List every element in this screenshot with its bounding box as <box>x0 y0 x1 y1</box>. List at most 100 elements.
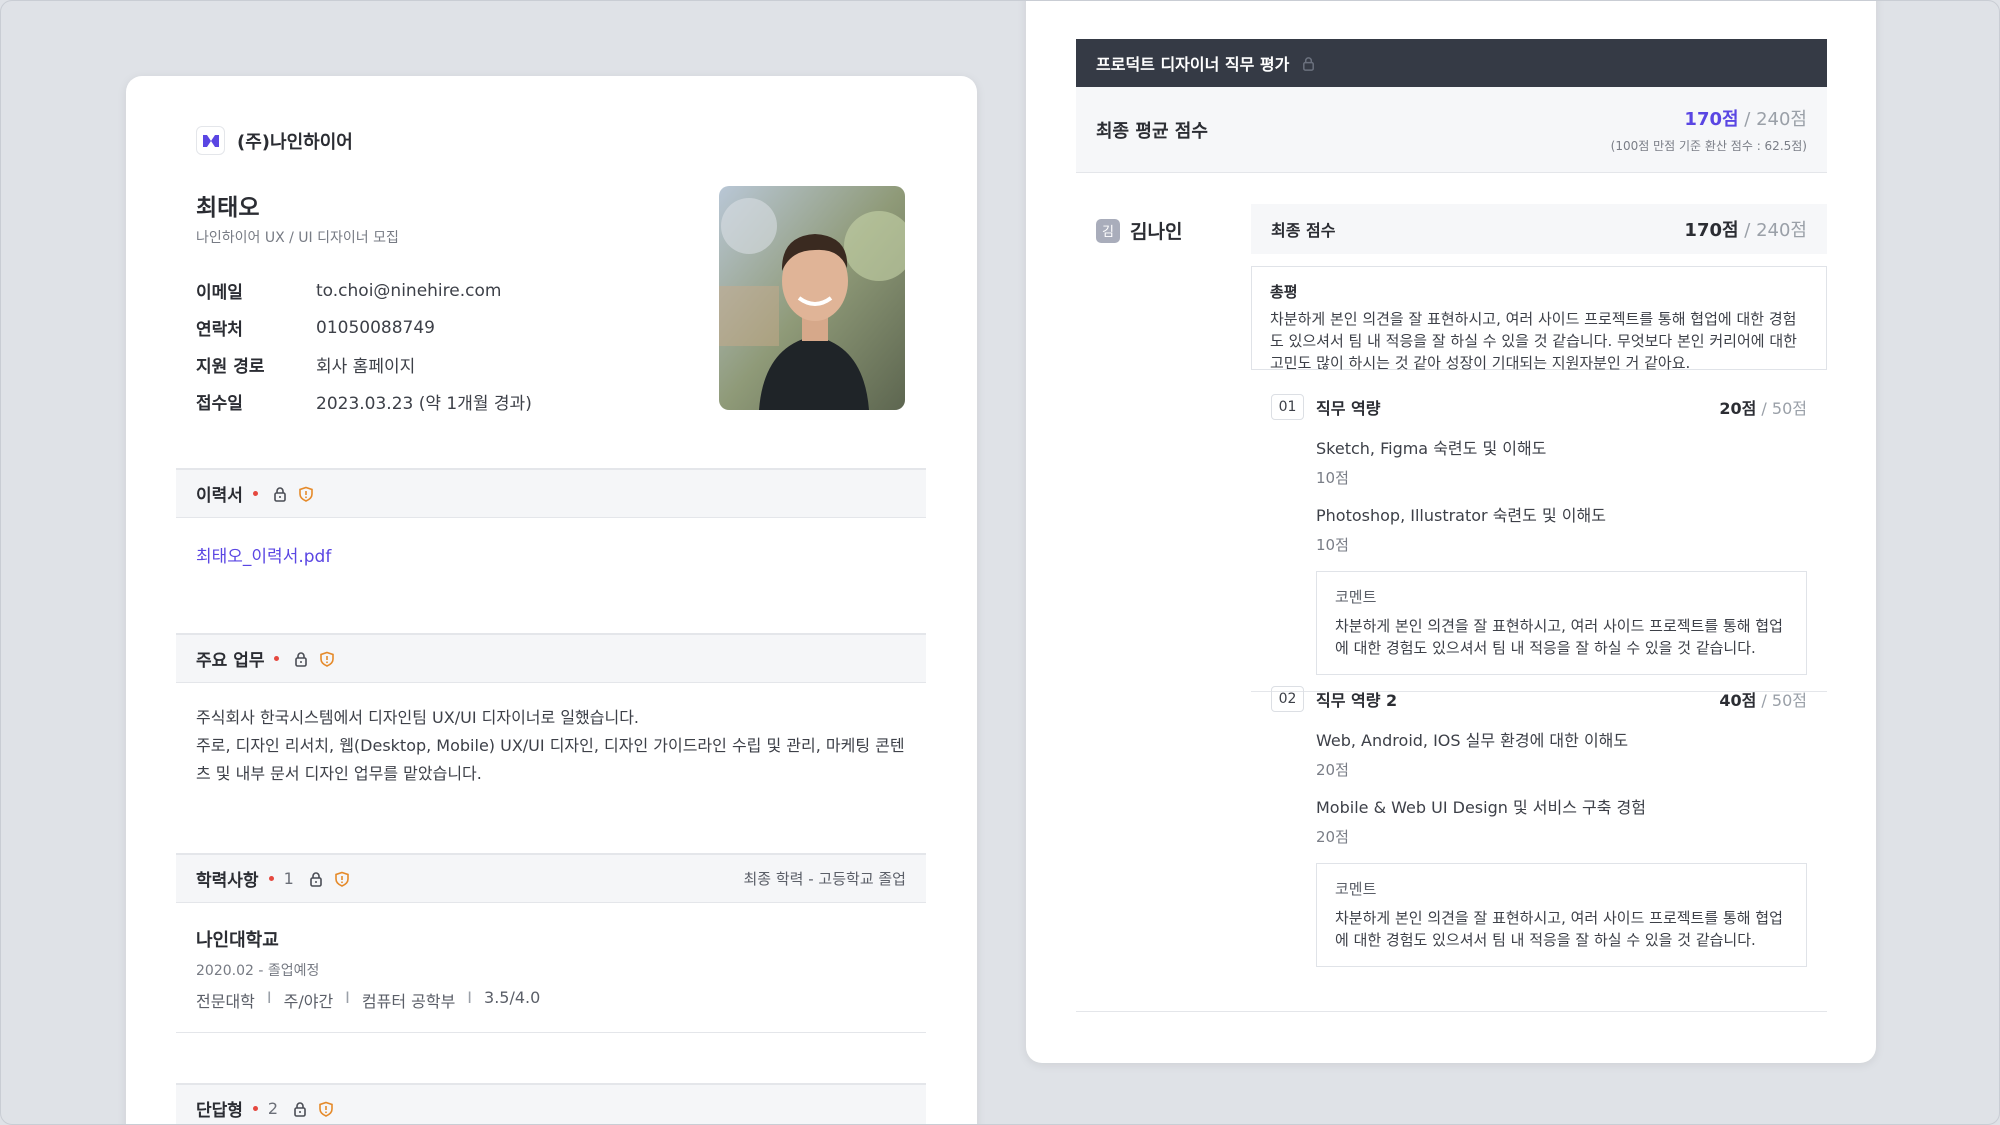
required-dot <box>274 656 280 661</box>
average-score-total: / 240점 <box>1738 109 1807 130</box>
email-value[interactable]: to.choi@ninehire.com <box>316 281 501 301</box>
applicant-photo <box>719 186 905 410</box>
criterion-score: 40점 / 50점 <box>1719 687 1827 711</box>
company-header: (주)나인하이어 <box>196 126 353 155</box>
app-frame: (주)나인하이어 최태오 나인하이어 UX / UI 디자이너 모집 이메일 t… <box>0 0 2000 1125</box>
separator: I <box>467 988 473 1007</box>
shield-icon[interactable] <box>298 486 314 502</box>
applicant-info: 이메일 to.choi@ninehire.com 연락처 01050088749… <box>196 272 532 420</box>
sub-criterion-points: 10점 <box>1316 469 1349 487</box>
lock-icon[interactable] <box>1301 56 1316 71</box>
section-title: 주요 업무 <box>196 651 265 671</box>
evaluator-name: 김나인 <box>1130 221 1183 243</box>
resume-section-header: 이력서 <box>176 468 926 518</box>
duties-line: 츠 및 내부 문서 디자인 업무를 맡았습니다. <box>196 764 482 783</box>
education-summary: 최종 학력 - 고등학교 졸업 <box>743 870 907 888</box>
review-line: 도 있으셔서 팀 내 적응을 잘 하실 수 있을 것 같습니다. 무엇보다 본인… <box>1270 332 1797 350</box>
criterion-title: 직무 역량 2 <box>1316 691 1398 710</box>
criterion-item: 01 직무 역량 20점 / 50점 Sketch, Figma 숙련도 및 이… <box>1271 393 1827 675</box>
sub-criterion: Photoshop, Illustrator 숙련도 및 이해도 10점 <box>1316 502 1827 555</box>
required-dot <box>252 491 258 496</box>
sub-criterion-label: Mobile & Web UI Design 및 서비스 구축 경험 <box>1316 798 1646 817</box>
school-name: 나인대학교 <box>196 930 279 951</box>
review-line: 고민도 많이 하시는 것 같아 성장이 기대되는 지원자분인 거 같아요. <box>1270 354 1691 372</box>
duties-section-header: 주요 업무 <box>176 633 926 683</box>
sub-criterion: Sketch, Figma 숙련도 및 이해도 10점 <box>1316 435 1827 488</box>
evaluator: 김 김나인 <box>1096 217 1182 244</box>
lock-icon[interactable] <box>272 486 288 502</box>
section-title: 이력서 <box>196 486 243 506</box>
final-score-value: 170점 <box>1684 220 1739 241</box>
evaluation-card: 프로덕트 디자이너 직무 평가 최종 평균 점수 170점 / 240점 (10… <box>1026 1 1876 1063</box>
education-section-header: 학력사항 1 최종 학력 - 고등학교 졸업 <box>176 853 926 903</box>
duties-line: 주식회사 한국시스템에서 디자인팀 UX/UI 디자이너로 일했습니다. <box>196 708 640 727</box>
school-shift: 주/야간 <box>283 992 334 1011</box>
sub-criterion-points: 20점 <box>1316 828 1349 846</box>
lock-icon[interactable] <box>292 1101 308 1117</box>
average-score-label: 최종 평균 점수 <box>1096 120 1208 142</box>
criterion-score-value: 40점 <box>1719 691 1757 710</box>
criterion-title: 직무 역량 <box>1316 399 1381 418</box>
required-dot <box>252 1106 258 1111</box>
short-answer-section-header: 단답형 2 <box>176 1083 926 1124</box>
lock-icon[interactable] <box>293 651 309 667</box>
criterion-score-total: / 50점 <box>1756 399 1807 418</box>
school-major: 컴퓨터 공학부 <box>361 992 456 1011</box>
shield-icon[interactable] <box>334 871 350 887</box>
comment-box: 코멘트 차분하게 본인 의견을 잘 표현하시고, 여러 사이드 프로젝트를 통해… <box>1316 571 1807 675</box>
comment-text: 차분하게 본인 의견을 잘 표현하시고, 여러 사이드 프로젝트를 통해 협업 … <box>1335 907 1788 951</box>
criterion-score: 20점 / 50점 <box>1719 395 1827 419</box>
sub-criterion-points: 20점 <box>1316 761 1349 779</box>
sub-criterion-points: 10점 <box>1316 536 1349 554</box>
sub-criterion-label: Sketch, Figma 숙련도 및 이해도 <box>1316 439 1547 458</box>
criterion-score-total: / 50점 <box>1756 691 1807 710</box>
phone-value: 01050088749 <box>316 317 435 338</box>
criterion-header: 02 직무 역량 2 40점 / 50점 <box>1271 685 1827 713</box>
final-score-total: / 240점 <box>1738 220 1807 241</box>
final-score: 170점 / 240점 <box>1684 216 1807 242</box>
info-row-email: 이메일 to.choi@ninehire.com <box>196 272 532 309</box>
company-name: (주)나인하이어 <box>237 131 353 153</box>
section-count: 2 <box>267 1099 279 1118</box>
comment-text: 차분하게 본인 의견을 잘 표현하시고, 여러 사이드 프로젝트를 통해 협업 … <box>1335 615 1788 659</box>
duties-line: 주로, 디자인 리서치, 웹(Desktop, Mobile) UX/UI 디자… <box>196 736 905 755</box>
criterion-header: 01 직무 역량 20점 / 50점 <box>1271 393 1827 421</box>
shield-icon[interactable] <box>319 651 335 667</box>
lock-icon[interactable] <box>308 871 324 887</box>
info-row-phone: 연락처 01050088749 <box>196 309 532 346</box>
final-score-box: 최종 점수 170점 / 240점 <box>1251 204 1827 254</box>
required-dot <box>268 876 274 881</box>
sub-criterion-label: Photoshop, Illustrator 숙련도 및 이해도 <box>1316 506 1606 525</box>
evaluation-header: 프로덕트 디자이너 직무 평가 <box>1076 39 1827 87</box>
review-line: 차분하게 본인 의견을 잘 표현하시고, 여러 사이드 프로젝트를 통해 협업에… <box>1270 310 1797 328</box>
average-score-box: 최종 평균 점수 170점 / 240점 (100점 만점 기준 환산 점수 :… <box>1076 87 1827 173</box>
comment-line: 에 대한 경험도 있으셔서 팀 내 적응을 잘 하실 수 있을 것 같습니다. <box>1335 639 1756 657</box>
criterion-score-value: 20점 <box>1719 399 1757 418</box>
criterion-number: 02 <box>1271 686 1304 712</box>
overall-review: 총평 차분하게 본인 의견을 잘 표현하시고, 여러 사이드 프로젝트를 통해 … <box>1251 266 1827 372</box>
review-title: 총평 <box>1270 283 1298 301</box>
comment-title: 코멘트 <box>1335 880 1377 898</box>
duties-text: 주식회사 한국시스템에서 디자인팀 UX/UI 디자이너로 일했습니다. 주로,… <box>196 704 916 788</box>
section-title: 단답형 <box>196 1101 243 1121</box>
divider <box>1076 1011 1827 1012</box>
comment-line: 차분하게 본인 의견을 잘 표현하시고, 여러 사이드 프로젝트를 통해 협업 <box>1335 909 1783 927</box>
source-value: 회사 홈페이지 <box>316 357 416 377</box>
shield-icon[interactable] <box>318 1101 334 1117</box>
applicant-name: 최태오 <box>196 195 260 221</box>
sub-criterion: Mobile & Web UI Design 및 서비스 구축 경험 20점 <box>1316 794 1827 847</box>
comment-line: 차분하게 본인 의견을 잘 표현하시고, 여러 사이드 프로젝트를 통해 협업 <box>1335 617 1783 635</box>
separator: I <box>266 988 272 1007</box>
resume-file-link[interactable]: 최태오_이력서.pdf <box>196 542 331 567</box>
section-title: 학력사항 <box>196 871 259 891</box>
info-label: 접수일 <box>196 394 243 414</box>
info-label: 이메일 <box>196 283 243 303</box>
school-details: 전문대학 I 주/야간 I 컴퓨터 공학부 I 3.5/4.0 <box>196 988 540 1012</box>
job-posting-title: 나인하이어 UX / UI 디자이너 모집 <box>196 230 399 246</box>
divider <box>176 1032 926 1033</box>
info-row-source: 지원 경로 회사 홈페이지 <box>196 346 532 383</box>
criterion-item: 02 직무 역량 2 40점 / 50점 Web, Android, IOS 실… <box>1271 685 1827 967</box>
separator: I <box>345 988 350 1007</box>
criterion-number: 01 <box>1271 394 1304 420</box>
average-score-value: 170점 <box>1684 109 1739 130</box>
